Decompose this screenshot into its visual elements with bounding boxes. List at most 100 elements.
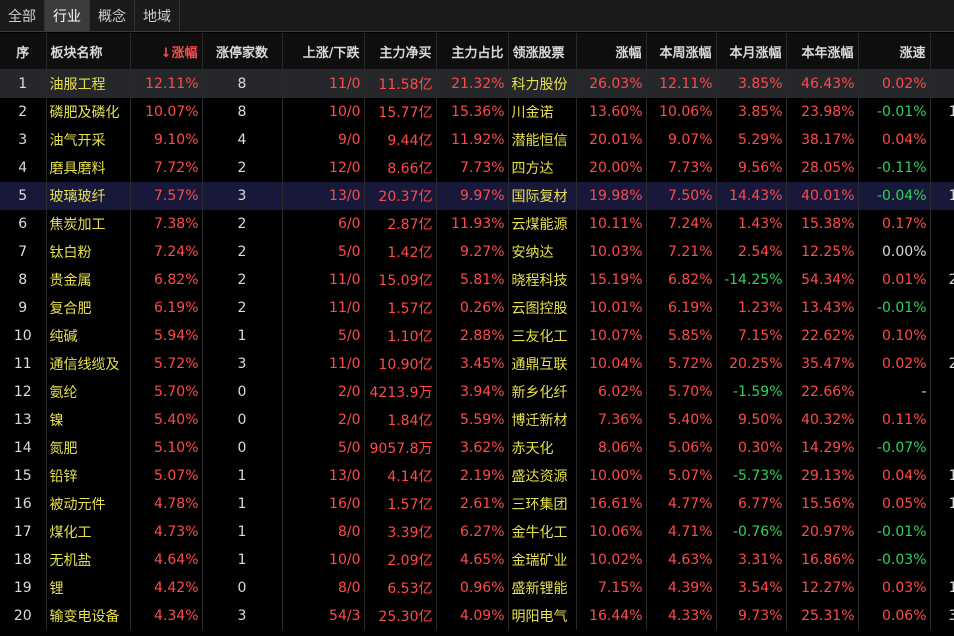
- col-header-extra[interactable]: [930, 33, 954, 70]
- sector-name[interactable]: 油服工程: [46, 69, 131, 98]
- extra-col: 3: [930, 545, 954, 574]
- sector-change: 6.19%: [130, 293, 203, 322]
- month-change: 1.23%: [716, 293, 787, 322]
- leading-stock[interactable]: 金牛化工: [508, 517, 577, 546]
- month-change: 3.85%: [716, 97, 787, 126]
- sector-name[interactable]: 钛白粉: [46, 237, 131, 266]
- col-header-speed[interactable]: 涨速: [858, 33, 931, 70]
- table-row[interactable]: 13 镍 5.40% 0 2/0 1.84亿 5.59% 博迁新材 7.36% 5.40% 9.50…: [0, 405, 954, 434]
- table-row[interactable]: 4 磨具磨料 7.72% 2 12/0 8.66亿 7.73% 四方达 20.00% 7.73% 9…: [0, 153, 954, 182]
- table-row[interactable]: 9 复合肥 6.19% 2 11/0 1.57亿 0.26% 云图控股 10.01% 6.19% 1…: [0, 293, 954, 322]
- tab-3[interactable]: 地域: [135, 0, 180, 31]
- leading-stock[interactable]: 云图控股: [508, 293, 577, 322]
- limit-up-count: 3: [202, 349, 283, 378]
- leading-stock[interactable]: 盛新锂能: [508, 573, 577, 602]
- sector-name[interactable]: 铅锌: [46, 461, 131, 490]
- table-row[interactable]: 1 油服工程 12.11% 8 11/0 11.58亿 21.32% 科力股份 26.03% 12…: [0, 69, 954, 98]
- sector-name[interactable]: 锂: [46, 573, 131, 602]
- leading-stock[interactable]: 潜能恒信: [508, 125, 577, 154]
- leading-stock[interactable]: 云煤能源: [508, 209, 577, 238]
- table-row[interactable]: 18 无机盐 4.64% 1 10/0 2.09亿 4.65% 金瑞矿业 10.02% 4.63%…: [0, 545, 954, 574]
- up-down-count: 11/0: [282, 349, 365, 378]
- table-row[interactable]: 2 磷肥及磷化 10.07% 8 10/0 15.77亿 15.36% 川金诺 13.60% 10…: [0, 97, 954, 126]
- col-header-week-change[interactable]: 本周涨幅: [646, 33, 717, 70]
- sector-name[interactable]: 镍: [46, 405, 131, 434]
- table-row[interactable]: 20 输变电设备 4.34% 3 54/3 25.30亿 4.09% 明阳电气 16.44% 4.…: [0, 601, 954, 630]
- leading-stock[interactable]: 赤天化: [508, 433, 577, 462]
- leading-stock[interactable]: 安纳达: [508, 237, 577, 266]
- leading-stock[interactable]: 三环集团: [508, 489, 577, 518]
- sector-name[interactable]: 被动元件: [46, 489, 131, 518]
- sector-name[interactable]: 磨具磨料: [46, 153, 131, 182]
- sector-name[interactable]: 无机盐: [46, 545, 131, 574]
- col-header-main-ratio[interactable]: 主力占比: [436, 33, 509, 70]
- leading-stock[interactable]: 通鼎互联: [508, 349, 577, 378]
- leading-stock[interactable]: 盛达资源: [508, 461, 577, 490]
- month-change: 5.29%: [716, 125, 787, 154]
- leading-stock[interactable]: 四方达: [508, 153, 577, 182]
- col-header-month-change[interactable]: 本月涨幅: [716, 33, 787, 70]
- extra-col: 12: [930, 461, 954, 490]
- leading-stock[interactable]: 明阳电气: [508, 601, 577, 630]
- tab-0[interactable]: 全部: [0, 0, 45, 31]
- sector-name[interactable]: 煤化工: [46, 517, 131, 546]
- leading-stock[interactable]: 金瑞矿业: [508, 545, 577, 574]
- leading-stock[interactable]: 三友化工: [508, 321, 577, 350]
- table-row[interactable]: 19 锂 4.42% 0 8/0 6.53亿 0.96% 盛新锂能 7.15% 4.39% 3.54…: [0, 573, 954, 602]
- col-header-limit-up-count[interactable]: 涨停家数: [202, 33, 283, 70]
- speed: -0.01%: [858, 97, 931, 126]
- tab-1[interactable]: 行业: [45, 0, 90, 31]
- col-header-main-net-buy[interactable]: 主力净买: [364, 33, 437, 70]
- sector-name[interactable]: 油气开采: [46, 125, 131, 154]
- table-row[interactable]: 6 焦炭加工 7.38% 2 6/0 2.87亿 11.93% 云煤能源 10.11% 7.24%…: [0, 209, 954, 238]
- lead-change: 10.07%: [576, 321, 647, 350]
- col-header-year-change[interactable]: 本年涨幅: [786, 33, 859, 70]
- sector-name[interactable]: 玻璃玻纤: [46, 181, 131, 210]
- table-row[interactable]: 15 铅锌 5.07% 1 13/0 4.14亿 2.19% 盛达资源 10.00% 5.07% -…: [0, 461, 954, 490]
- table-row[interactable]: 16 被动元件 4.78% 1 16/0 1.57亿 2.61% 三环集团 16.61% 4.77…: [0, 489, 954, 518]
- table-row[interactable]: 14 氮肥 5.10% 0 5/0 9057.8万 3.62% 赤天化 8.06% 5.06% 0.…: [0, 433, 954, 462]
- sector-name[interactable]: 磷肥及磷化: [46, 97, 131, 126]
- sector-name[interactable]: 贵金属: [46, 265, 131, 294]
- leading-stock[interactable]: 国际复材: [508, 181, 577, 210]
- leading-stock[interactable]: 科力股份: [508, 69, 577, 98]
- main-ratio: 2.61%: [436, 489, 509, 518]
- main-ratio: 21.32%: [436, 69, 509, 98]
- tab-bar: 全部 行业 概念 地域: [0, 0, 954, 32]
- col-header-up-down[interactable]: 上涨/下跌: [282, 33, 365, 70]
- col-header-sector-name[interactable]: 板块名称: [46, 33, 131, 70]
- leading-stock[interactable]: 晓程科技: [508, 265, 577, 294]
- table-row[interactable]: 11 通信线缆及 5.72% 3 11/0 10.90亿 3.45% 通鼎互联 10.04% 5.…: [0, 349, 954, 378]
- leading-stock[interactable]: 川金诺: [508, 97, 577, 126]
- table-row[interactable]: 5 玻璃玻纤 7.57% 3 13/0 20.37亿 9.97% 国际复材 19.98% 7.50…: [0, 181, 954, 210]
- table-row[interactable]: 3 油气开采 9.10% 4 9/0 9.44亿 11.92% 潜能恒信 20.01% 9.07%…: [0, 125, 954, 154]
- col-header-index[interactable]: 序: [0, 33, 47, 70]
- table-row[interactable]: 12 氨纶 5.70% 0 2/0 4213.9万 3.94% 新乡化纤 6.02% 5.70% -…: [0, 377, 954, 406]
- sector-name[interactable]: 通信线缆及: [46, 349, 131, 378]
- leading-stock[interactable]: 新乡化纤: [508, 377, 577, 406]
- extra-col: 23: [930, 349, 954, 378]
- week-change: 4.77%: [646, 489, 717, 518]
- sector-name[interactable]: 输变电设备: [46, 601, 131, 630]
- sector-name[interactable]: 纯碱: [46, 321, 131, 350]
- table-row[interactable]: 10 纯碱 5.94% 1 5/0 1.10亿 2.88% 三友化工 10.07% 5.85% 7.…: [0, 321, 954, 350]
- table-row[interactable]: 7 钛白粉 7.24% 2 5/0 1.42亿 9.27% 安纳达 10.03% 7.21% 2.5…: [0, 237, 954, 266]
- sector-name[interactable]: 氨纶: [46, 377, 131, 406]
- row-index: 14: [0, 433, 47, 462]
- table-row[interactable]: 17 煤化工 4.73% 1 8/0 3.39亿 6.27% 金牛化工 10.06% 4.71% -…: [0, 517, 954, 546]
- month-change: 1.43%: [716, 209, 787, 238]
- col-header-leading-stock[interactable]: 领涨股票: [508, 33, 577, 70]
- leading-stock[interactable]: 博迁新材: [508, 405, 577, 434]
- extra-col: 2: [930, 237, 954, 266]
- sector-name[interactable]: 复合肥: [46, 293, 131, 322]
- sector-name[interactable]: 氮肥: [46, 433, 131, 462]
- col-header-lead-change[interactable]: 涨幅: [576, 33, 647, 70]
- lead-change: 16.44%: [576, 601, 647, 630]
- table-row[interactable]: 8 贵金属 6.82% 2 11/0 15.09亿 5.81% 晓程科技 15.19% 6.82%…: [0, 265, 954, 294]
- col-header-change[interactable]: ↓涨幅: [130, 33, 203, 70]
- month-change: 3.85%: [716, 69, 787, 98]
- tab-2[interactable]: 概念: [90, 0, 135, 31]
- speed: 0.06%: [858, 601, 931, 630]
- sector-name[interactable]: 焦炭加工: [46, 209, 131, 238]
- lead-change: 20.01%: [576, 125, 647, 154]
